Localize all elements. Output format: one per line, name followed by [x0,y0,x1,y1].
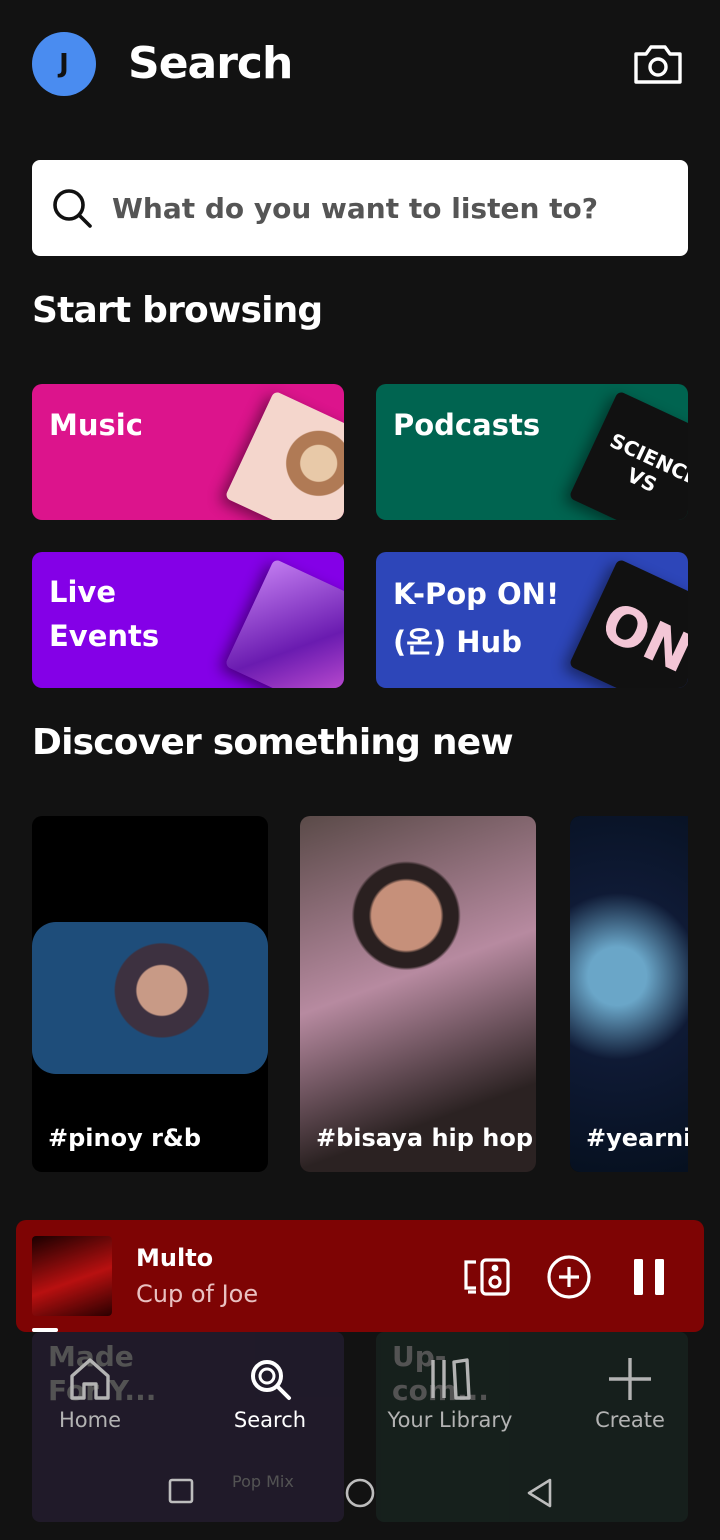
nav-label: Home [58,1408,121,1432]
nav-home[interactable]: Home [20,1352,160,1448]
card-artwork [32,922,268,1074]
search-icon [251,1360,291,1400]
playback-progress [32,1328,58,1332]
library-icon [431,1358,471,1400]
camera-icon[interactable] [632,42,684,86]
recents-button[interactable] [168,1478,194,1508]
podcast-artwork: SCIENCE VS [568,390,688,520]
live-events-artwork [224,558,344,688]
home-button[interactable] [345,1478,375,1512]
card-label: #pinoy r&b [48,1124,202,1152]
avatar[interactable]: J [32,32,96,96]
back-button[interactable] [526,1478,554,1512]
pause-icon[interactable] [624,1252,674,1302]
discover-heading: Discover something new [32,722,514,763]
tile-label: Music [49,408,143,442]
tile-music[interactable]: Music [32,384,344,520]
nav-search[interactable]: Search [200,1352,340,1448]
tile-label: Live Events [49,575,160,653]
nav-label: Search [233,1408,307,1432]
plus-icon [609,1358,651,1400]
discover-card-yearning[interactable]: #yearning [570,816,688,1172]
search-icon [53,189,92,228]
nav-create[interactable]: Create [560,1352,700,1448]
card-label: #yearning [586,1124,688,1152]
card-artwork [300,816,536,1172]
card-label: #bisaya hip hop [316,1124,534,1152]
now-playing-artwork [32,1236,112,1316]
nav-label: Create [595,1408,665,1432]
start-browsing-heading: Start browsing [32,290,323,331]
search-bar[interactable] [32,160,688,256]
page-title: Search [128,38,293,89]
discover-card-pinoy-rnb[interactable]: #pinoy r&b [32,816,268,1172]
nav-label: Your Library [387,1408,513,1432]
discover-card-bisaya-hip-hop[interactable]: #bisaya hip hop [300,816,536,1172]
add-to-library-icon[interactable] [544,1252,594,1302]
music-artwork [224,390,344,520]
card-artwork [570,816,688,1172]
tile-podcasts[interactable]: Podcasts SCIENCE VS [376,384,688,520]
artwork-text: SCIENCE VS [606,428,688,498]
artwork-text: ON [592,589,688,685]
now-playing-bar[interactable]: Multo Cup of Joe [16,1220,704,1332]
nav-your-library[interactable]: Your Library [380,1352,520,1448]
home-icon [70,1358,110,1400]
system-nav-bar [0,1460,720,1524]
track-title: Multo [136,1244,214,1272]
connect-devices-icon[interactable] [462,1252,512,1302]
search-input[interactable] [112,191,672,225]
tile-live-events[interactable]: Live Events [32,552,344,688]
tile-kpop-hub[interactable]: K-Pop ON! (온) Hub ON [376,552,688,688]
track-artist: Cup of Joe [136,1280,259,1308]
header: J Search [32,32,688,96]
tile-label: K-Pop ON! (온) Hub [393,577,560,659]
tile-label: Podcasts [393,408,541,442]
